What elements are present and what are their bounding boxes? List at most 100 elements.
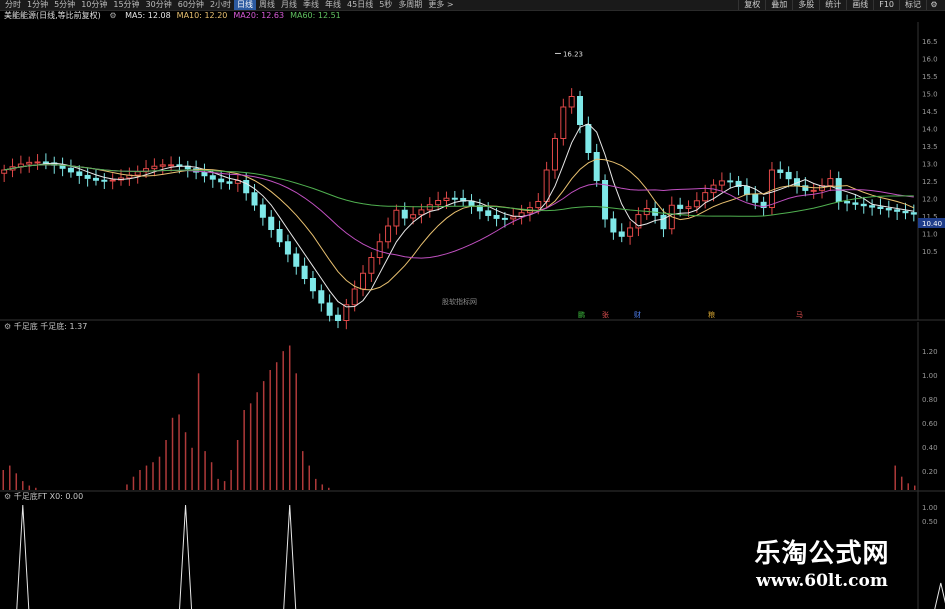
panel1-axis-label: 1.00 — [922, 372, 938, 380]
candle-body — [284, 241, 291, 255]
panel2-axis-label: 0.50 — [922, 518, 938, 526]
candle-body — [318, 290, 325, 304]
tool-button-6[interactable]: 标记 — [899, 0, 926, 10]
tab-timeframe-15[interactable]: 多周期 — [395, 0, 425, 10]
candle-body — [852, 202, 859, 205]
tool-button-0[interactable]: 复权 — [738, 0, 765, 10]
candle-body — [560, 106, 567, 139]
candle-body — [293, 253, 300, 267]
settings-gear-icon[interactable]: ⚙ — [926, 0, 941, 10]
candle-body — [401, 209, 408, 219]
tab-timeframe-14[interactable]: 5秒 — [376, 0, 395, 10]
tab-timeframe-4[interactable]: 15分钟 — [110, 0, 142, 10]
panel2-axis-label: 1.00 — [922, 504, 938, 512]
timeframe-tabs: 分时 1分钟 5分钟 10分钟 15分钟 30分钟 60分钟 2小时 日线 周线 月线 季线 年线 45日… — [2, 0, 457, 10]
candle-body — [26, 161, 33, 165]
candle-body — [418, 209, 425, 216]
event-marker-0: 鹏 — [578, 310, 585, 319]
center-note: 股软指标网 — [442, 298, 477, 306]
ma-line-10 — [4, 158, 914, 291]
candle-body — [593, 152, 600, 181]
candle-body — [134, 171, 141, 176]
candle-body — [1, 169, 8, 174]
candle-body — [510, 216, 517, 220]
tab-timeframe-7[interactable]: 2小时 — [207, 0, 234, 10]
candle-body — [101, 179, 108, 182]
candle-body — [501, 217, 508, 220]
tab-timeframe-5[interactable]: 30分钟 — [143, 0, 175, 10]
tool-button-5[interactable]: F10 — [873, 0, 899, 10]
candle-body — [543, 169, 550, 202]
candlestick-chart[interactable]: 16.5 16.0 15.5 15.0 14.5 14.0 13.5 13.0 12.5 12.0… — [0, 22, 945, 342]
tab-timeframe-12[interactable]: 年线 — [322, 0, 344, 10]
candle-body — [602, 180, 609, 220]
tab-timeframe-9[interactable]: 周线 — [256, 0, 278, 10]
candle-body — [410, 214, 417, 219]
tab-timeframe-6[interactable]: 60分钟 — [175, 0, 207, 10]
candle-body — [351, 288, 358, 306]
tab-timeframe-1[interactable]: 1分钟 — [24, 0, 51, 10]
candle-body — [485, 210, 492, 216]
price-axis-label: 16.0 — [922, 56, 938, 64]
candle-body — [844, 201, 851, 204]
candle-body — [84, 174, 91, 179]
tab-timeframe-8[interactable]: 日线 — [234, 0, 257, 10]
ma-settings-icon[interactable]: ⚙ — [109, 11, 116, 20]
candle-body — [334, 314, 341, 321]
tool-button-2[interactable]: 多股 — [792, 0, 819, 10]
candle-body — [743, 186, 750, 195]
qzdft-spike — [934, 582, 945, 609]
tool-button-1[interactable]: 叠加 — [765, 0, 792, 10]
candle-body — [151, 165, 158, 170]
candle-body — [727, 180, 734, 183]
candle-body — [568, 96, 575, 108]
candle-body — [827, 178, 834, 187]
candle-body — [785, 171, 792, 180]
candle-body — [42, 161, 49, 164]
candle-body — [468, 200, 475, 207]
candle-body — [718, 180, 725, 186]
price-axis-label: 15.0 — [922, 91, 938, 99]
indicator-panel-qzd[interactable]: 1.20 1.00 0.80 0.60 0.40 0.20 — [0, 322, 945, 492]
candle-body — [443, 197, 450, 201]
candle-body — [393, 209, 400, 227]
candle-body — [368, 257, 375, 274]
candle-body — [810, 189, 817, 192]
panel1-axis-label: 0.60 — [922, 420, 938, 428]
candle-body — [535, 201, 542, 209]
tab-timeframe-0[interactable]: 分时 — [2, 0, 24, 10]
qzdft-spike — [283, 504, 297, 609]
candle-body — [309, 278, 316, 292]
price-axis-label: 11.0 — [922, 231, 938, 239]
candle-body — [201, 171, 208, 177]
candle-body — [627, 227, 634, 237]
watermark-cn: 乐淘公式网 — [754, 539, 890, 569]
tab-timeframe-3[interactable]: 10分钟 — [78, 0, 110, 10]
price-axis-label: 12.5 — [922, 178, 938, 186]
candle-body — [677, 204, 684, 209]
tool-button-4[interactable]: 画线 — [846, 0, 873, 10]
tab-timeframe-13[interactable]: 45日线 — [344, 0, 376, 10]
candle-body — [451, 197, 458, 200]
qzdft-spike — [16, 504, 30, 609]
candle-body — [869, 205, 876, 208]
tab-timeframe-10[interactable]: 月线 — [278, 0, 300, 10]
price-axis-label: 13.0 — [922, 161, 938, 169]
price-axis-label: 12.0 — [922, 196, 938, 204]
tool-button-3[interactable]: 统计 — [819, 0, 846, 10]
price-axis-label: 14.0 — [922, 126, 938, 134]
tab-timeframe-2[interactable]: 5分钟 — [51, 0, 78, 10]
candle-body — [685, 206, 692, 209]
tab-timeframe-16[interactable]: 更多 > — [425, 0, 456, 10]
ma-legend-item-1: MA10: 12.20 — [176, 11, 228, 20]
tab-timeframe-11[interactable]: 季线 — [300, 0, 322, 10]
candle-body — [218, 178, 225, 183]
candle-body — [385, 225, 392, 243]
panel1-axis-label: 0.80 — [922, 396, 938, 404]
ma-legend-item-0: MA5: 12.08 — [125, 11, 171, 20]
price-axis-label: 13.5 — [922, 143, 938, 151]
candle-body — [67, 167, 74, 173]
candle-body — [360, 272, 367, 290]
panel1-axis-label: 0.20 — [922, 468, 938, 476]
candle-body — [34, 161, 41, 164]
